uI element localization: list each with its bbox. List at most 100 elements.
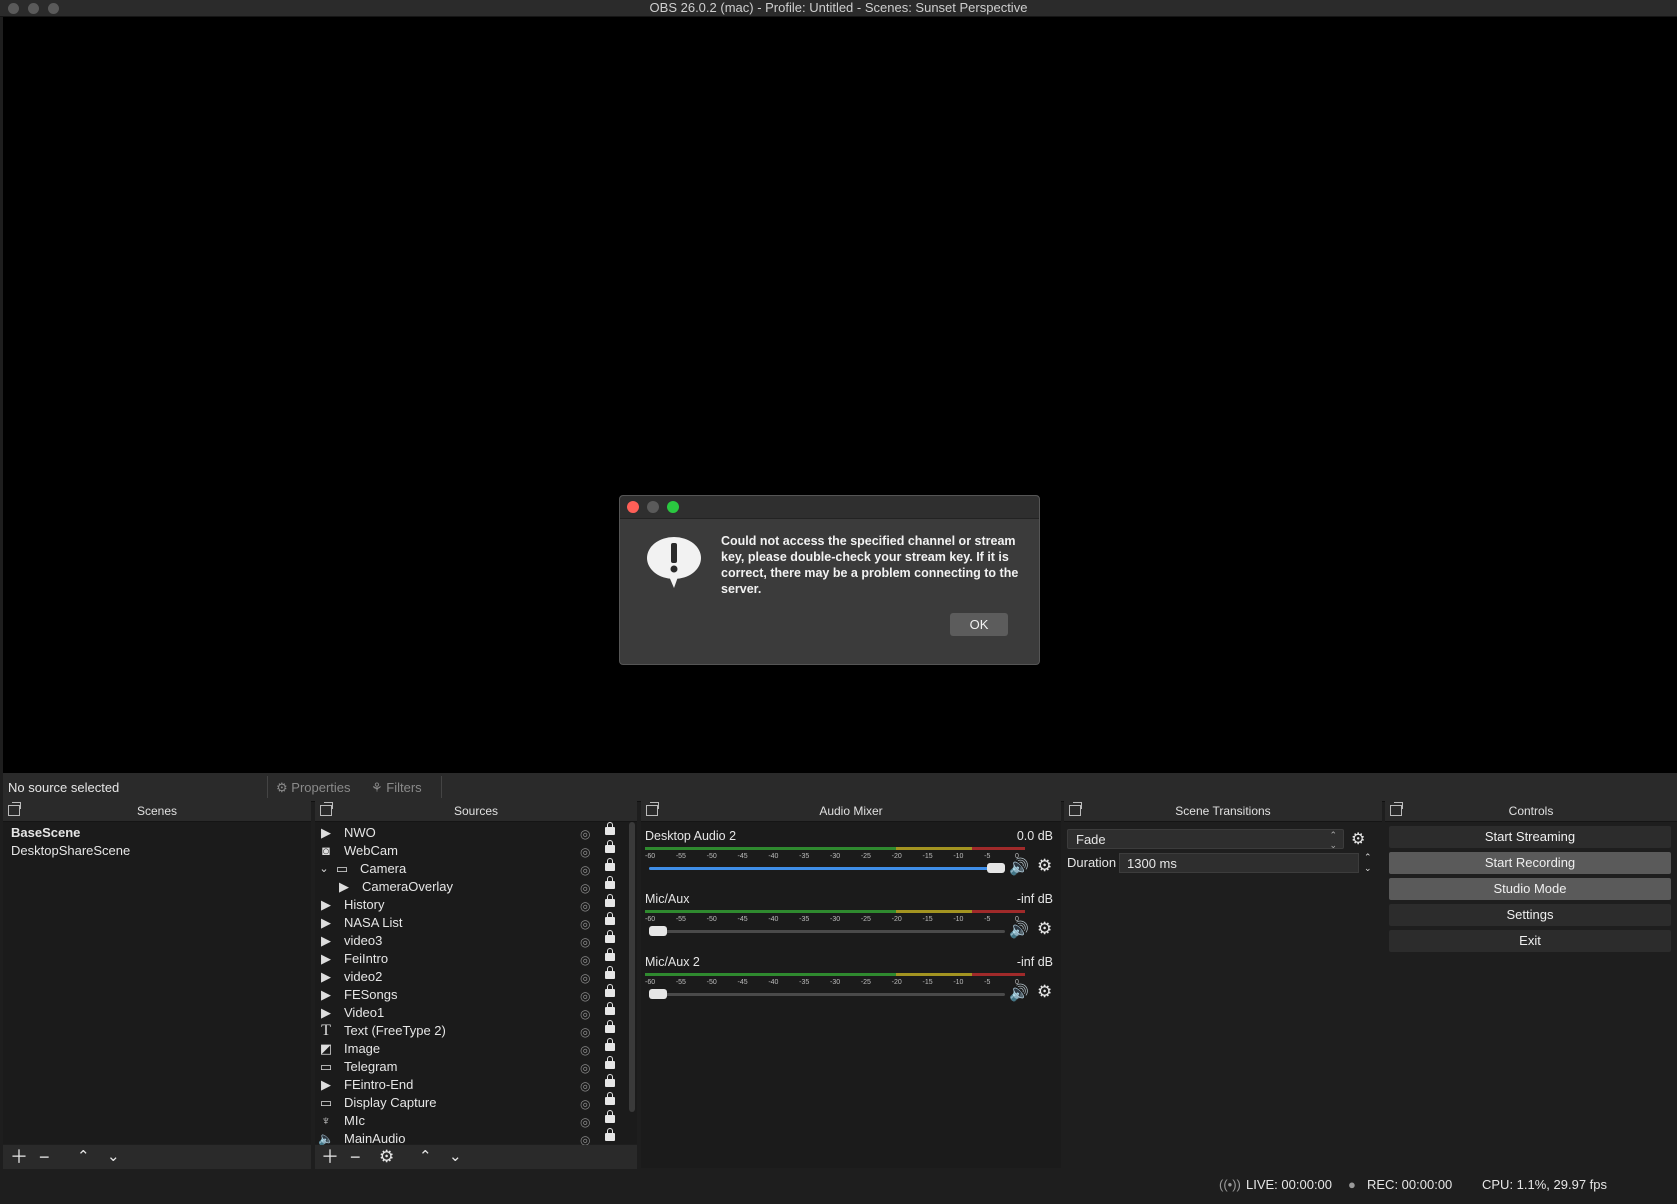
- visibility-eye-icon[interactable]: ◎: [580, 897, 590, 915]
- lock-icon[interactable]: [605, 984, 615, 997]
- add-scene-button[interactable]: ＋: [10, 1147, 28, 1167]
- visibility-eye-icon[interactable]: ◎: [580, 915, 590, 933]
- volume-slider-handle[interactable]: [649, 926, 667, 936]
- remove-scene-button[interactable]: −: [39, 1147, 50, 1167]
- undock-icon[interactable]: [646, 802, 659, 816]
- visibility-eye-icon[interactable]: ◎: [580, 1077, 590, 1095]
- visibility-eye-icon[interactable]: ◎: [580, 969, 590, 987]
- visibility-eye-icon[interactable]: ◎: [580, 843, 590, 861]
- add-source-button[interactable]: ＋: [321, 1147, 339, 1167]
- source-item[interactable]: ▶ FeiIntro ◎: [315, 948, 625, 969]
- lock-icon[interactable]: [605, 1092, 615, 1105]
- source-item[interactable]: ▶ Video1 ◎: [315, 1002, 625, 1023]
- lock-icon[interactable]: [605, 1074, 615, 1087]
- speaker-mute-icon[interactable]: 🔊: [1009, 983, 1029, 1003]
- visibility-eye-icon[interactable]: ◎: [580, 1113, 590, 1131]
- chevron-down-icon[interactable]: ⌄: [316, 860, 332, 878]
- lock-icon[interactable]: [605, 930, 615, 943]
- speaker-mute-icon[interactable]: 🔊: [1009, 857, 1029, 877]
- meter-tick-label: -45: [737, 979, 748, 986]
- move-scene-up-button[interactable]: ⌃: [77, 1147, 90, 1167]
- source-item[interactable]: ▶ FEintro-End ◎: [315, 1074, 625, 1095]
- speaker-mute-icon[interactable]: 🔊: [1009, 920, 1029, 940]
- audio-settings-gear-icon[interactable]: ⚙: [1037, 919, 1052, 939]
- volume-slider-handle[interactable]: [987, 863, 1005, 873]
- source-item[interactable]: ▶ CameraOverlay ◎: [315, 876, 625, 897]
- remove-source-button[interactable]: −: [350, 1147, 361, 1167]
- source-item[interactable]: ▶ NASA List ◎: [315, 912, 625, 933]
- visibility-eye-icon[interactable]: ◎: [580, 1095, 590, 1113]
- studio-mode-button[interactable]: Studio Mode: [1389, 878, 1671, 900]
- undock-icon[interactable]: [320, 802, 333, 816]
- move-source-up-button[interactable]: ⌃: [419, 1147, 432, 1167]
- undock-icon[interactable]: [8, 802, 21, 816]
- lock-icon[interactable]: [605, 1002, 615, 1015]
- duration-input[interactable]: 1300 ms: [1119, 853, 1359, 873]
- visibility-eye-icon[interactable]: ◎: [580, 1023, 590, 1041]
- visibility-eye-icon[interactable]: ◎: [580, 951, 590, 969]
- visibility-eye-icon[interactable]: ◎: [580, 861, 590, 879]
- source-item[interactable]: ◩ Image ◎: [315, 1038, 625, 1059]
- volume-slider-handle[interactable]: [649, 989, 667, 999]
- visibility-eye-icon[interactable]: ◎: [580, 825, 590, 843]
- visibility-eye-icon[interactable]: ◎: [580, 1059, 590, 1077]
- sources-scrollbar[interactable]: [629, 822, 635, 1112]
- duration-stepper[interactable]: ⌃ ⌄: [1364, 852, 1372, 874]
- audio-settings-gear-icon[interactable]: ⚙: [1037, 982, 1052, 1002]
- source-item[interactable]: T Text (FreeType 2) ◎: [315, 1020, 625, 1041]
- visibility-eye-icon[interactable]: ◎: [580, 1041, 590, 1059]
- start-streaming-button[interactable]: Start Streaming: [1389, 826, 1671, 848]
- source-item[interactable]: ⌄ ▭ Camera ◎: [315, 858, 625, 879]
- visibility-eye-icon[interactable]: ◎: [580, 987, 590, 1005]
- lock-icon[interactable]: [605, 1056, 615, 1069]
- properties-button[interactable]: ⚙ Properties: [276, 780, 351, 796]
- source-item[interactable]: ▭ Telegram ◎: [315, 1056, 625, 1077]
- source-item[interactable]: ♆ MIc ◎: [315, 1110, 625, 1131]
- source-item[interactable]: ▶ video2 ◎: [315, 966, 625, 987]
- filters-button[interactable]: ⚘ Filters: [371, 780, 422, 796]
- lock-icon[interactable]: [605, 1020, 615, 1033]
- move-scene-down-button[interactable]: ⌄: [107, 1147, 120, 1167]
- visibility-eye-icon[interactable]: ◎: [580, 879, 590, 897]
- source-item[interactable]: ◙ WebCam ◎: [315, 840, 625, 861]
- visibility-eye-icon[interactable]: ◎: [580, 933, 590, 951]
- transition-select[interactable]: Fade ⌃ ⌄: [1067, 829, 1344, 850]
- lock-icon[interactable]: [605, 1110, 615, 1123]
- source-item[interactable]: ▶ NWO ◎: [315, 822, 625, 843]
- lock-icon[interactable]: [605, 948, 615, 961]
- audio-settings-gear-icon[interactable]: ⚙: [1037, 856, 1052, 876]
- scene-item-desktopsharescene[interactable]: DesktopShareScene: [11, 843, 130, 858]
- lock-icon[interactable]: [605, 966, 615, 979]
- lock-icon[interactable]: [605, 1128, 615, 1141]
- lock-icon[interactable]: [605, 876, 615, 889]
- dialog-zoom-button[interactable]: [667, 501, 679, 513]
- exit-button[interactable]: Exit: [1389, 930, 1671, 952]
- transition-properties-gear-icon[interactable]: ⚙: [1351, 829, 1365, 849]
- lock-icon[interactable]: [605, 912, 615, 925]
- settings-button[interactable]: Settings: [1389, 904, 1671, 926]
- source-item[interactable]: ▶ video3 ◎: [315, 930, 625, 951]
- undock-icon[interactable]: [1069, 802, 1082, 816]
- source-properties-gear-icon[interactable]: ⚙: [379, 1147, 394, 1167]
- start-recording-button[interactable]: Start Recording: [1389, 852, 1671, 874]
- scene-item-basescene[interactable]: BaseScene: [11, 825, 80, 840]
- dialog-minimize-button[interactable]: [647, 501, 659, 513]
- lock-icon[interactable]: [605, 840, 615, 853]
- volume-slider[interactable]: [649, 863, 1005, 873]
- ok-button[interactable]: OK: [950, 613, 1008, 636]
- meter-tick-label: -10: [953, 916, 964, 923]
- volume-slider[interactable]: [649, 989, 1005, 999]
- source-item[interactable]: ▭ Display Capture ◎: [315, 1092, 625, 1113]
- source-item[interactable]: ▶ History ◎: [315, 894, 625, 915]
- volume-slider[interactable]: [649, 926, 1005, 936]
- lock-icon[interactable]: [605, 858, 615, 871]
- lock-icon[interactable]: [605, 1038, 615, 1051]
- dialog-close-button[interactable]: [627, 501, 639, 513]
- lock-icon[interactable]: [605, 822, 615, 835]
- lock-icon[interactable]: [605, 894, 615, 907]
- visibility-eye-icon[interactable]: ◎: [580, 1005, 590, 1023]
- undock-icon[interactable]: [1390, 802, 1403, 816]
- sources-list: ▶ NWO ◎ ◙ WebCam ◎ ⌄ ▭ Camera ◎ ▶ CameraOverlay ◎ ▶ Hi…: [315, 822, 637, 1147]
- source-item[interactable]: ▶ FESongs ◎: [315, 984, 625, 1005]
- move-source-down-button[interactable]: ⌄: [449, 1147, 462, 1167]
